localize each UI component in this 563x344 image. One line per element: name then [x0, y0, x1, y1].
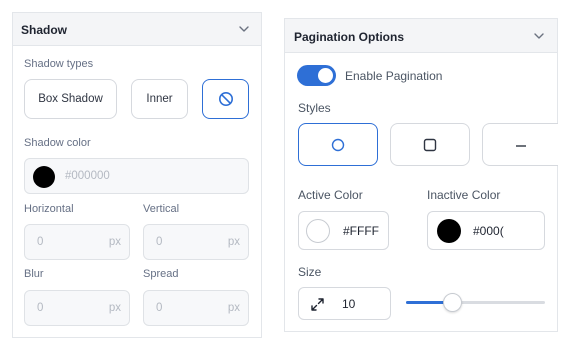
- style-square-button[interactable]: [390, 123, 470, 166]
- size-slider-thumb[interactable]: [443, 293, 462, 312]
- vertical-label: Vertical: [143, 203, 180, 215]
- style-dash-button[interactable]: [482, 123, 558, 166]
- spread-value: 0: [156, 302, 163, 314]
- style-circle-button[interactable]: [298, 123, 378, 166]
- box-shadow-button[interactable]: Box Shadow: [24, 79, 117, 119]
- horizontal-input[interactable]: 0 px: [24, 224, 130, 260]
- active-color-swatch[interactable]: [306, 219, 330, 243]
- enable-pagination-toggle[interactable]: [297, 65, 336, 86]
- horizontal-value: 0: [37, 236, 44, 248]
- square-icon: [423, 138, 437, 151]
- size-value: 10: [342, 297, 356, 311]
- shadow-color-label: Shadow color: [24, 137, 91, 149]
- expand-icon: [311, 298, 324, 311]
- vertical-value: 0: [156, 236, 163, 248]
- dash-icon: [515, 144, 526, 147]
- blur-label: Blur: [24, 268, 44, 280]
- inner-shadow-button[interactable]: Inner: [131, 79, 188, 119]
- active-color-field[interactable]: #FFFF: [298, 211, 389, 250]
- shadow-color-value: #000000: [65, 170, 110, 182]
- size-label: Size: [298, 265, 322, 279]
- box-shadow-button-label: Box Shadow: [38, 93, 103, 105]
- circle-icon: [331, 138, 345, 151]
- shadow-panel-header[interactable]: Shadow: [13, 13, 261, 46]
- spread-input[interactable]: 0 px: [143, 290, 249, 326]
- shadow-panel-title: Shadow: [21, 23, 68, 37]
- spread-unit: px: [227, 302, 240, 314]
- inactive-color-swatch[interactable]: [437, 219, 461, 243]
- enable-pagination-label: Enable Pagination: [345, 69, 443, 83]
- blur-value: 0: [37, 302, 44, 314]
- size-slider[interactable]: [406, 293, 545, 312]
- shadow-types-label: Shadow types: [24, 58, 94, 70]
- size-input[interactable]: 10: [298, 287, 391, 320]
- vertical-input[interactable]: 0 px: [143, 224, 249, 260]
- no-shadow-button[interactable]: [202, 79, 249, 119]
- active-color-value: #FFFF: [343, 224, 379, 238]
- chevron-down-icon[interactable]: [532, 29, 546, 43]
- inactive-color-label: Inactive Color: [427, 188, 501, 202]
- styles-label: Styles: [298, 101, 331, 115]
- toggle-knob: [318, 68, 333, 83]
- pagination-panel-title: Pagination Options: [294, 30, 404, 44]
- blur-input[interactable]: 0 px: [24, 290, 130, 326]
- vertical-unit: px: [227, 236, 240, 248]
- blur-unit: px: [108, 302, 121, 314]
- spread-label: Spread: [143, 268, 179, 280]
- inactive-color-value: #000(: [473, 224, 504, 238]
- horizontal-unit: px: [108, 236, 121, 248]
- inner-shadow-button-label: Inner: [146, 93, 173, 105]
- ban-icon: [218, 92, 233, 106]
- chevron-down-icon[interactable]: [237, 22, 251, 36]
- shadow-color-field[interactable]: #000000: [24, 158, 249, 194]
- horizontal-label: Horizontal: [24, 203, 74, 215]
- shadow-color-swatch[interactable]: [33, 166, 55, 188]
- inactive-color-field[interactable]: #000(: [427, 211, 545, 250]
- active-color-label: Active Color: [298, 188, 363, 202]
- pagination-panel-header[interactable]: Pagination Options: [285, 19, 557, 53]
